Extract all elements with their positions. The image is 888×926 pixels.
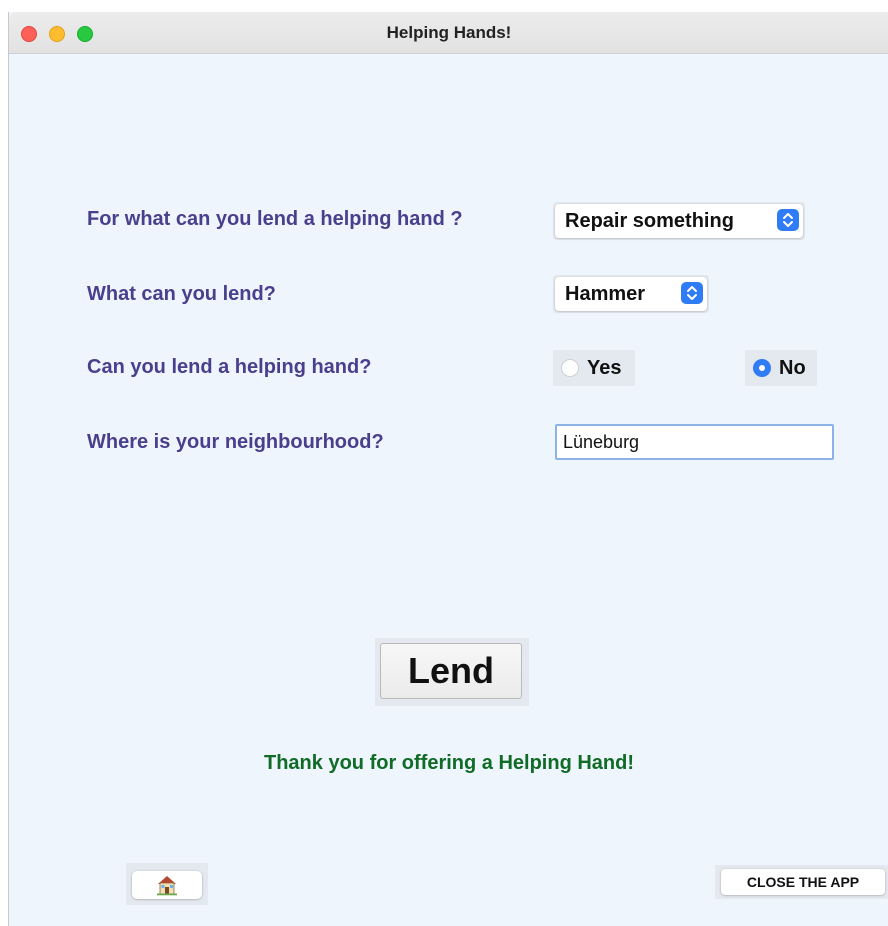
home-button-frame [126,863,208,905]
window-title: Helping Hands! [386,23,512,42]
select-chevron-icon [777,209,799,231]
lend-item-label: What can you lend? [87,283,276,305]
can-lend-label: Can you lend a helping hand? [87,356,372,378]
lend-item-select-value: Hammer [565,283,646,305]
radio-no-option[interactable]: No [745,350,817,386]
help-type-select[interactable]: Repair something [555,204,803,238]
radio-yes-option[interactable]: Yes [553,350,635,386]
lend-button[interactable]: Lend [380,643,522,699]
neighbourhood-field[interactable] [555,424,834,460]
help-type-select-value: Repair something [565,210,734,232]
lend-button-frame: Lend [375,638,529,706]
radio-yes-label: Yes [587,357,622,379]
select-chevron-icon [681,282,703,304]
lend-item-select-frame: Hammer [553,275,709,313]
radio-yes-button[interactable] [561,359,579,377]
title-bar: Helping Hands! [9,12,888,54]
lend-item-select[interactable]: Hammer [555,277,707,311]
radio-no-label: No [779,357,806,379]
thanks-message: Thank you for offering a Helping Hand! [264,752,634,774]
home-button[interactable] [132,871,202,899]
help-type-select-frame: Repair something [553,202,805,240]
app-window: Helping Hands! For what can you lend a h… [8,12,888,926]
help-type-label: For what can you lend a helping hand ? [87,208,463,230]
neighbourhood-input[interactable] [563,430,823,454]
house-icon [157,876,177,896]
neighbourhood-label: Where is your neighbourhood? [87,431,384,453]
close-app-button-frame: CLOSE THE APP [715,865,888,899]
radio-no-button[interactable] [753,359,771,377]
close-app-button[interactable]: CLOSE THE APP [721,869,885,895]
